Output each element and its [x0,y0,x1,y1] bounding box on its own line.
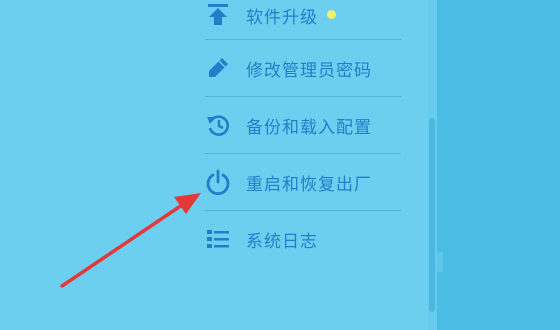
update-badge-dot [327,10,336,19]
system-tools-menu: 软件升级 修改管理员密码 备份和载入配置 重启和恢复出厂 系统日志 [205,0,401,267]
menu-item-label: 系统日志 [246,231,318,252]
menu-item-system-log[interactable]: 系统日志 [205,211,401,267]
pencil-icon [205,55,231,81]
menu-item-label: 修改管理员密码 [246,60,372,81]
menu-item-label: 重启和恢复出厂 [246,174,372,195]
list-icon [205,226,231,252]
menu-item-label: 备份和载入配置 [246,117,372,138]
menu-item-label: 软件升级 [246,8,318,28]
history-icon [205,112,231,138]
power-icon [205,169,231,195]
menu-item-software-upgrade[interactable]: 软件升级 [205,0,401,40]
upload-icon [205,2,231,28]
scrollbar-thumb[interactable] [429,118,435,312]
router-settings-screen: 软件升级 修改管理员密码 备份和载入配置 重启和恢复出厂 系统日志 [0,0,560,330]
menu-item-change-admin-password[interactable]: 修改管理员密码 [205,40,401,97]
menu-item-backup-restore-config[interactable]: 备份和载入配置 [205,97,401,154]
right-panel [437,0,560,330]
menu-item-reboot-factory-reset[interactable]: 重启和恢复出厂 [205,154,401,211]
scroll-handle[interactable] [437,252,443,272]
